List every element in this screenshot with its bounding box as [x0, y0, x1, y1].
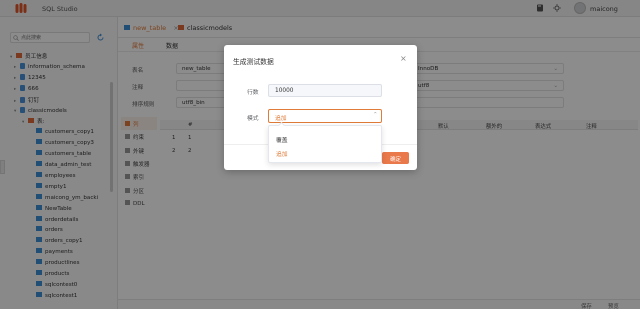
- mode-label: 模式: [247, 116, 259, 122]
- option-append[interactable]: 追加: [269, 146, 381, 158]
- mode-dropdown: 覆盖 追加: [268, 121, 382, 163]
- dialog-title: 生成测试数据: [233, 58, 274, 66]
- confirm-button[interactable]: 确定: [382, 152, 409, 164]
- rows-label: 行数: [247, 90, 259, 96]
- chevron-up-icon: ⌃: [373, 112, 378, 118]
- close-icon[interactable]: ×: [400, 54, 407, 63]
- option-overwrite[interactable]: 覆盖: [269, 132, 381, 144]
- rows-input[interactable]: 10000: [268, 84, 382, 97]
- mode-select[interactable]: 追加 ⌃: [268, 109, 382, 123]
